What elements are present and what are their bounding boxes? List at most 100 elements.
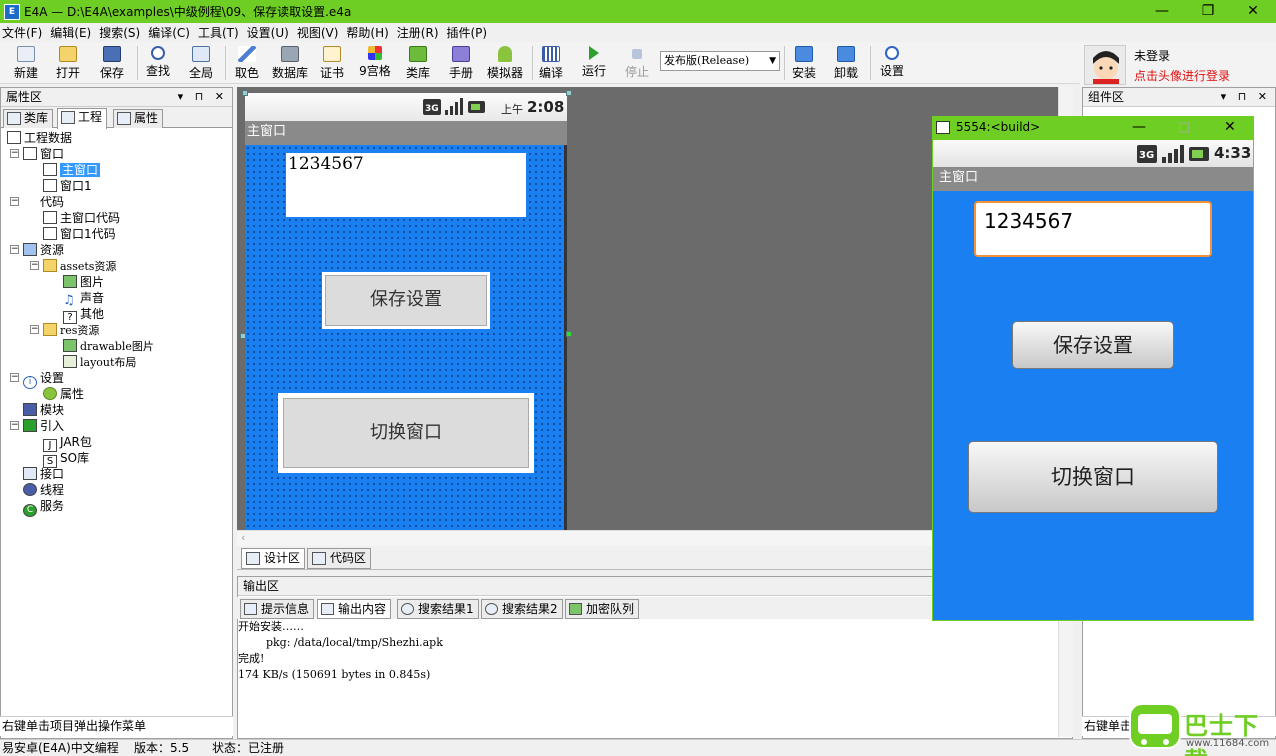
menu-plugins[interactable]: 插件(P) — [447, 24, 488, 41]
scroll-left-icon[interactable]: ‹ — [241, 531, 245, 544]
resize-handle[interactable] — [240, 333, 246, 339]
tree-item-properties[interactable]: 属性 — [43, 386, 84, 402]
tab-search2[interactable]: 搜索结果2 — [481, 599, 563, 619]
collapse-icon[interactable]: − — [10, 421, 19, 430]
import-icon — [23, 419, 37, 432]
status-state: 状态：已注册 — [212, 741, 285, 755]
tree-item-main-window[interactable]: 主窗口 — [43, 162, 101, 178]
menu-settings[interactable]: 设置(U) — [247, 24, 289, 41]
color-picker-button[interactable]: 取色 — [233, 45, 261, 83]
grid9-button[interactable]: 9宫格 — [357, 45, 393, 83]
magnifier-icon — [151, 46, 165, 60]
emulator-maximize-button[interactable]: □ — [1178, 116, 1190, 139]
emulator-switch-button[interactable]: 切换窗口 — [968, 441, 1218, 513]
tree-item-services[interactable]: C 服务 — [23, 498, 64, 517]
tree-item-images[interactable]: 图片 — [63, 274, 104, 290]
tree-item-window1-code[interactable]: 窗口1代码 — [43, 226, 116, 242]
tree-item-so[interactable]: S SO库 — [43, 450, 89, 468]
minimize-button[interactable]: — — [1139, 0, 1185, 23]
collapse-icon[interactable]: − — [30, 261, 39, 270]
emulator-button[interactable]: 模拟器 — [485, 45, 525, 83]
project-icon — [61, 111, 75, 124]
open-button[interactable]: 打开 — [54, 45, 82, 83]
tree-item-other[interactable]: ? 其他 — [63, 306, 104, 324]
emulator-close-button[interactable]: ✕ — [1224, 116, 1236, 139]
tree-item-sounds[interactable]: ♫ 声音 — [63, 290, 104, 307]
tree-item-imports[interactable]: − 引入 — [10, 418, 64, 434]
save-button[interactable]: 保存 — [98, 45, 126, 83]
resize-handle[interactable] — [566, 331, 572, 337]
tree-item-jar[interactable]: J JAR包 — [43, 434, 92, 452]
tree-item-code[interactable]: − 代码 — [10, 194, 64, 210]
login-hint[interactable]: 点击头像进行登录 — [1134, 67, 1230, 84]
emulator-minimize-button[interactable]: — — [1132, 116, 1146, 139]
design-save-button[interactable]: 保存设置 — [322, 272, 490, 329]
run-button[interactable]: 运行 — [580, 45, 608, 83]
new-button[interactable]: 新建 — [10, 45, 42, 83]
tree-item-interfaces[interactable]: 接口 — [23, 466, 64, 482]
settings-button[interactable]: 设置 — [878, 45, 906, 83]
menu-help[interactable]: 帮助(H) — [346, 24, 388, 41]
tree-item-assets[interactable]: − assets资源 — [30, 258, 116, 274]
avatar[interactable] — [1084, 45, 1126, 85]
tab-design[interactable]: 设计区 — [241, 548, 306, 569]
shield-icon — [569, 603, 582, 615]
library-button[interactable]: 类库 — [403, 45, 433, 83]
info-icon — [885, 46, 899, 60]
tree-item-modules[interactable]: 模块 — [23, 402, 64, 418]
compile-button[interactable]: 编译 — [537, 45, 565, 83]
menu-view[interactable]: 视图(V) — [297, 24, 339, 41]
tab-properties[interactable]: 属性 — [113, 109, 164, 128]
close-button[interactable]: ✕ — [1230, 0, 1276, 23]
resize-handle[interactable] — [242, 90, 248, 96]
collapse-icon[interactable]: − — [30, 325, 39, 334]
collapse-icon[interactable]: − — [10, 373, 19, 382]
tree-item-windows[interactable]: − 窗口 — [10, 146, 64, 162]
emulator-save-button[interactable]: 保存设置 — [1012, 321, 1174, 369]
cert-button[interactable]: 证书 — [318, 45, 346, 83]
panel-controls[interactable]: ▾ ⊓ ✕ — [178, 88, 228, 106]
tab-encrypt-queue[interactable]: 加密队列 — [565, 599, 640, 619]
log-line: 174 KB/s (150691 bytes in 0.845s) — [238, 668, 431, 681]
tree-item-resources[interactable]: − 资源 — [10, 242, 64, 258]
tree-item-layout[interactable]: layout布局 — [63, 354, 136, 370]
tree-item-window1[interactable]: 窗口1 — [43, 178, 92, 194]
tree-item-project-data[interactable]: 工程数据 — [7, 130, 72, 146]
manual-button[interactable]: 手册 — [447, 45, 475, 83]
collapse-icon[interactable]: − — [10, 245, 19, 254]
resize-handle[interactable] — [566, 90, 572, 96]
emulator-edit-box[interactable]: 1234567 — [974, 201, 1212, 257]
menu-tools[interactable]: 工具(T) — [198, 24, 239, 41]
uninstall-button[interactable]: 卸载 — [832, 45, 860, 83]
tree-item-main-window-code[interactable]: 主窗口代码 — [43, 210, 120, 226]
stop-button[interactable]: 停止 — [623, 45, 651, 83]
tab-class-library[interactable]: 类库 — [3, 109, 54, 128]
find-button[interactable]: 查找 — [144, 45, 172, 83]
maximize-button[interactable]: ❐ — [1185, 0, 1231, 23]
collapse-icon[interactable]: − — [10, 149, 19, 158]
tab-code[interactable]: 代码区 — [307, 548, 372, 569]
tree-item-settings[interactable]: − i 设置 — [10, 370, 64, 389]
design-edit-box[interactable]: 1234567 — [286, 153, 526, 217]
menu-search[interactable]: 搜索(S) — [99, 24, 140, 41]
tree-item-threads[interactable]: 线程 — [23, 482, 64, 498]
menu-compile[interactable]: 编译(C) — [148, 24, 190, 41]
global-button[interactable]: 全局 — [186, 45, 216, 83]
install-button[interactable]: 安装 — [790, 45, 818, 83]
tree-item-drawable[interactable]: drawable图片 — [63, 338, 154, 354]
tab-search1[interactable]: 搜索结果1 — [397, 599, 479, 619]
tab-project[interactable]: 工程 — [57, 108, 108, 129]
panel-controls[interactable]: ▾ ⊓ ✕ — [1221, 88, 1271, 106]
tree-item-res[interactable]: − res资源 — [30, 322, 99, 338]
output-vertical-scrollbar[interactable] — [1058, 619, 1073, 737]
design-switch-button[interactable]: 切换窗口 — [278, 393, 534, 473]
tab-hints[interactable]: 提示信息 — [240, 599, 315, 619]
database-button[interactable]: 数据库 — [270, 45, 310, 83]
tab-output[interactable]: 输出内容 — [317, 599, 392, 619]
menu-register[interactable]: 注册(R) — [397, 24, 439, 41]
collapse-icon[interactable]: − — [10, 197, 19, 206]
menu-file[interactable]: 文件(F) — [2, 24, 42, 41]
build-mode-select[interactable]: 发布版(Release) ▼ — [660, 51, 780, 71]
menu-edit[interactable]: 编辑(E) — [50, 24, 91, 41]
stop-icon — [632, 49, 642, 59]
